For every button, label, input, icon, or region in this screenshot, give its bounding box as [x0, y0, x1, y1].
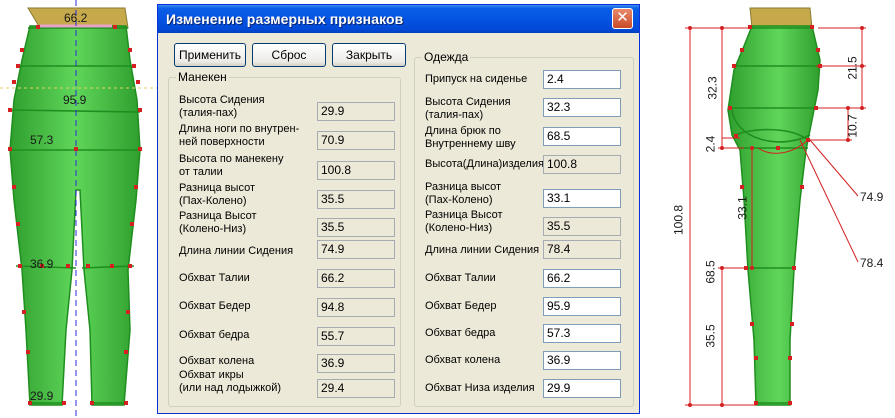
mannequin-row-label: Высота Сидения (талия-пах)	[179, 94, 265, 119]
mannequin-group-title: Манекен	[176, 70, 229, 84]
mannequin-row-label: Длина ноги по внутрен- ней поверхности	[179, 123, 300, 148]
garment-value-input[interactable]: 29.9	[543, 379, 621, 398]
mannequin-row-label: Разница высот (Пах-Колено)	[179, 182, 255, 207]
dialog-title: Изменение размерных признаков	[166, 11, 404, 27]
garment-value-field: 100.8	[543, 155, 621, 174]
front-trousers-shape	[9, 25, 141, 406]
mannequin-row-label: Высота по манекену от талии	[179, 153, 284, 178]
mannequin-value-field: 55.7	[317, 327, 395, 346]
front-view-canvas[interactable]: 66.2 95.9 57.3 36.9 29.9	[0, 0, 157, 418]
garment-value-input[interactable]: 33.1	[543, 189, 621, 208]
garment-value-field: 78.4	[543, 240, 621, 259]
mannequin-value-field: 74.9	[317, 240, 395, 259]
mannequin-value-field: 29.9	[317, 102, 395, 121]
side-allowance-label: 2.4	[703, 135, 718, 153]
dialog-title-bar[interactable]: Изменение размерных признаков ✕	[158, 5, 639, 33]
front-waist-label: 66.2	[64, 11, 88, 25]
mannequin-value-field: 66.2	[317, 269, 395, 288]
garment-value-input[interactable]: 2.4	[543, 70, 621, 89]
side-view-canvas[interactable]: 100.8 32.3 2.4 33.1 68.5 35.5 21.5 10.7 …	[640, 0, 895, 418]
garment-value-input[interactable]: 32.3	[543, 98, 621, 117]
garment-value-input[interactable]: 95.9	[543, 297, 621, 316]
garment-value-field: 35.5	[543, 217, 621, 236]
front-view-figure	[0, 0, 157, 418]
garment-group: Одежда Припуск на сиденье 2.4 Высота Сид…	[414, 50, 634, 407]
mannequin-value-field: 35.5	[317, 218, 395, 237]
mannequin-group: Манекен Высота Сидения (талия-пах) 29.9 …	[168, 70, 401, 407]
close-icon[interactable]: ✕	[612, 8, 633, 29]
mannequin-row-label: Обхват бедра	[179, 329, 250, 341]
mannequin-row-label: Обхват колена	[179, 355, 255, 367]
mannequin-row-label: Длина линии Сидения	[179, 245, 294, 257]
side-seat-mannequin-label: 74.9	[860, 190, 884, 204]
mannequin-value-field: 29.4	[317, 379, 395, 398]
front-knee-label: 36.9	[30, 257, 54, 271]
apply-button[interactable]: Применить	[174, 43, 246, 67]
mannequin-row-label: Разница Высот (Колено-Низ)	[179, 210, 257, 235]
garment-value-input[interactable]: 36.9	[543, 351, 621, 370]
mannequin-row-label: Обхват Талии	[179, 272, 250, 284]
mannequin-value-field: 36.9	[317, 354, 395, 373]
garment-value-input[interactable]: 57.3	[543, 324, 621, 343]
side-waist-hip-label: 21.5	[845, 56, 860, 80]
side-knee-gap-label: 33.1	[735, 196, 750, 220]
side-seat-garment-label: 78.4	[860, 256, 884, 270]
side-rise-label: 32.3	[705, 76, 720, 100]
mannequin-row-label: Обхват Бедер	[179, 300, 251, 312]
front-thigh-label: 57.3	[30, 133, 54, 147]
mannequin-value-field: 100.8	[317, 161, 395, 180]
reset-button[interactable]: Сброс	[252, 43, 326, 67]
side-hem-gap-label: 35.5	[703, 324, 718, 348]
dimension-dialog: Изменение размерных признаков ✕ Применит…	[157, 4, 640, 414]
side-total-label: 100.8	[671, 204, 686, 236]
mannequin-row-label: Обхват икры (или над лодыжкой)	[179, 369, 282, 394]
side-hip-seat-label: 10.7	[845, 114, 860, 138]
garment-value-input[interactable]: 68.5	[543, 127, 621, 146]
mannequin-value-field: 70.9	[317, 131, 395, 150]
front-hip-label: 95.9	[63, 93, 87, 107]
side-inseam-label: 68.5	[703, 260, 718, 284]
garment-group-title: Одежда	[422, 50, 471, 64]
front-hem-label: 29.9	[30, 389, 54, 403]
garment-value-input[interactable]: 66.2	[543, 269, 621, 288]
mannequin-value-field: 35.5	[317, 190, 395, 209]
close-button[interactable]: Закрыть	[332, 43, 406, 67]
mannequin-value-field: 94.8	[317, 298, 395, 317]
